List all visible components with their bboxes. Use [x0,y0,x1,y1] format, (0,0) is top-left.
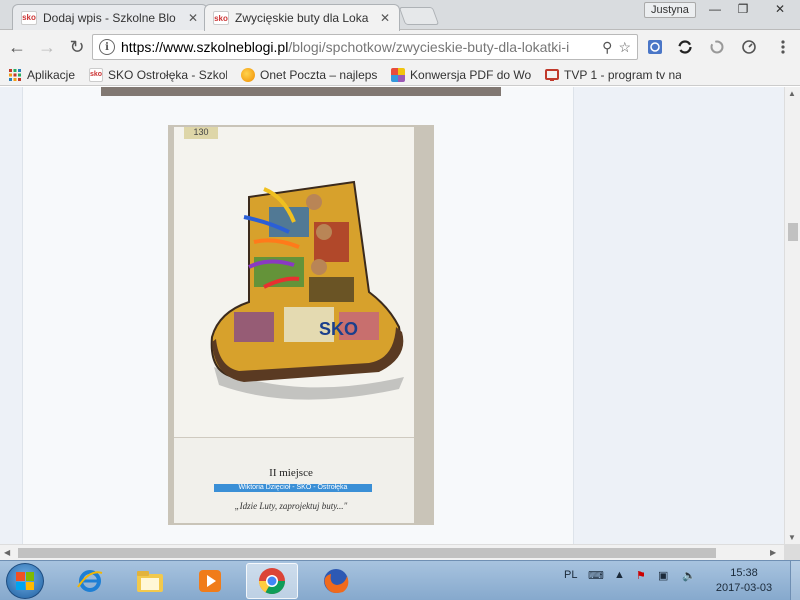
chrome-taskbar-icon[interactable] [246,563,298,599]
language-indicator[interactable]: PL [564,569,577,581]
vertical-scrollbar[interactable]: ▲ ▼ [784,87,800,544]
bookmark-konwersja-pdf[interactable]: Konwersja PDF do Wo [391,67,532,82]
tab-title: Zwycięskie buty dla Loka [235,11,369,25]
extension-refresh-icon[interactable] [708,38,726,56]
pdf-convert-icon [391,67,406,82]
file-explorer-icon[interactable] [124,563,176,599]
bookmark-sko-ostroleka[interactable]: sko SKO Ostrołęka - Szkol [89,67,228,82]
clock-date: 2017-03-03 [715,582,773,594]
bookmark-label: Aplikacje [27,67,76,82]
extension-translate-icon[interactable] [646,38,664,56]
bookmark-label: Konwersja PDF do Wo [410,67,532,82]
url-path: /blogi/spchotkow/zwycieskie-buty-dla-lok… [288,39,570,55]
artwork-sheet: 130 SKO [174,127,414,437]
bookmark-aplikacje[interactable]: Aplikacje [8,68,75,82]
show-desktop-button[interactable] [790,561,800,600]
tab-title: Dodaj wpis - Szkolne Blo [43,10,176,25]
profile-button[interactable]: Justyna [644,2,696,18]
sko-favicon-icon: sko [213,11,229,25]
clock-time: 15:38 [730,567,758,579]
scrollbar-corner [784,544,800,560]
bookmark-onet-poczta[interactable]: Onet Poczta – najleps [241,67,378,82]
bookmark-label: SKO Ostrołęka - Szkol [108,67,228,82]
windows-start-button[interactable] [6,563,44,599]
url-text[interactable]: https://www.szkolneblogi.pl/blogi/spchot… [121,39,596,55]
apps-grid-icon [9,68,21,81]
onet-icon [241,67,256,82]
vertical-scroll-thumb[interactable] [788,223,798,241]
maximize-button[interactable]: ❐ [728,0,758,18]
shoe-artwork-photo[interactable]: 130 SKO II miejsce Wiktoria Dzięcioł - S… [168,125,434,525]
back-button[interactable]: ← [4,34,30,60]
extension-sync-icon[interactable] [676,38,694,56]
page-viewport: 130 SKO II miejsce Wiktoria Dzięcioł - S… [0,87,784,544]
action-center-flag-icon[interactable]: ⚑ [636,569,646,582]
keyboard-icon[interactable]: ⌨ [588,569,604,582]
scroll-up-icon[interactable]: ▲ [788,89,796,98]
close-window-button[interactable]: ✕ [760,0,800,18]
bookmark-star-icon[interactable]: ☆ [618,39,631,56]
tab-zwycieskie-buty[interactable]: sko Zwycięskie buty dla Loka ✕ [204,4,400,31]
browser-toolbar: ← → ↻ i https://www.szkolneblogi.pl/blog… [0,30,800,64]
windows-taskbar: PL ⌨ ▲ ⚑ ▣ 🔈 15:38 2017-03-03 [0,560,800,600]
sko-favicon-icon: sko [21,10,37,25]
author-band: Wiktoria Dzięcioł - SKO - Ostrołęka [214,484,372,492]
close-tab-icon[interactable]: ✕ [187,11,199,25]
system-clock[interactable]: 15:38 2017-03-03 [704,566,784,596]
horizontal-scroll-thumb[interactable] [18,548,716,558]
show-hidden-icons-icon[interactable]: ▲ [614,569,625,581]
media-player-icon[interactable] [184,563,236,599]
new-tab-button[interactable] [398,7,440,25]
chrome-menu-icon[interactable] [774,38,792,56]
close-tab-icon[interactable]: ✕ [379,11,391,25]
bookmark-label: TVP 1 - program tv na [564,67,682,82]
network-icon[interactable]: ▣ [658,569,668,582]
firefox-icon[interactable] [310,563,362,599]
tvp-icon [545,68,560,81]
volume-icon[interactable]: 🔈 [682,569,696,582]
address-bar[interactable]: i https://www.szkolneblogi.pl/blogi/spch… [92,34,638,60]
scroll-down-icon[interactable]: ▼ [788,533,796,542]
sko-favicon-icon: sko [89,67,104,82]
bookmark-label: Onet Poczta – najleps [260,67,378,82]
contest-slogan: „Idzie Luty, zaprojektuj buty..." [234,501,348,511]
windows-logo-icon [16,572,34,590]
sidebar-area [575,87,784,544]
site-info-icon[interactable]: i [99,39,115,55]
screen: { "tabs": [ {"favicon": "sko", "title": … [0,0,800,600]
bookmarks-bar: Aplikacje sko SKO Ostrołęka - Szkol Onet… [0,64,800,86]
scroll-left-icon[interactable]: ◀ [4,548,10,557]
reload-button[interactable]: ↻ [64,34,90,60]
tab-dodaj-wpis[interactable]: sko Dodaj wpis - Szkolne Blo ✕ [12,4,208,30]
minimize-button[interactable]: — [700,0,730,18]
shoe-collage-drawing: SKO [210,180,404,400]
forward-button[interactable]: → [34,34,60,60]
tab-strip: sko Dodaj wpis - Szkolne Blo ✕ sko Zwyci… [0,0,800,31]
previous-photo-edge [101,87,501,96]
search-icon[interactable]: ⚲ [602,39,612,56]
extension-timer-icon[interactable] [740,38,758,56]
svg-text:SKO: SKO [319,319,358,339]
post-column: 130 SKO II miejsce Wiktoria Dzięcioł - S… [22,87,574,544]
url-domain: https://www.szkolneblogi.pl [121,39,289,55]
internet-explorer-icon[interactable] [64,563,116,599]
horizontal-scrollbar[interactable]: ◀ ▶ [0,544,784,560]
award-place-label: II miejsce [269,467,313,479]
scroll-right-icon[interactable]: ▶ [770,548,776,557]
bookmark-tvp1[interactable]: TVP 1 - program tv na [545,68,681,82]
